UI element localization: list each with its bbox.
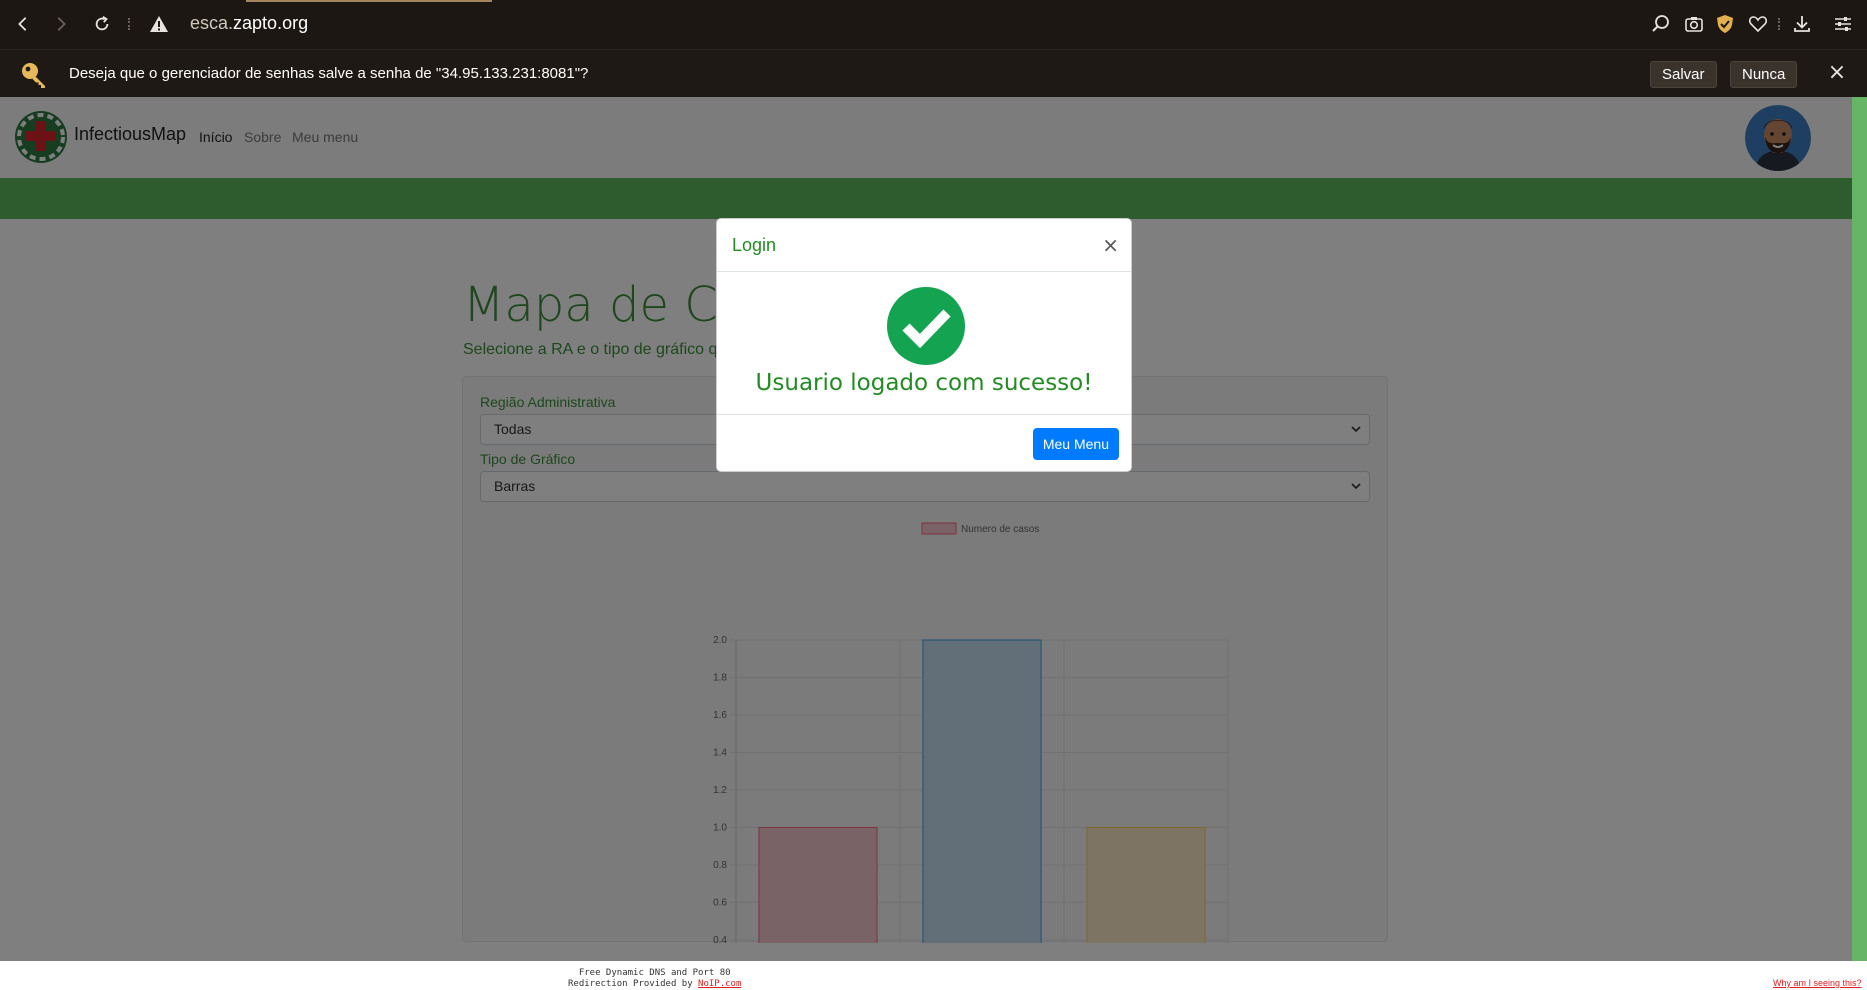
url-subdomain: esca. xyxy=(190,13,234,33)
adblock-button[interactable] xyxy=(1714,13,1736,35)
save-password-button[interactable]: Salvar xyxy=(1650,61,1717,88)
settings-sliders-icon xyxy=(1835,17,1851,31)
browser-toolbar: esca.zapto.org xyxy=(0,0,1867,49)
modal-header: Login × xyxy=(717,219,1131,272)
camera-icon xyxy=(1685,17,1703,32)
download-icon xyxy=(1794,16,1810,32)
noip-link[interactable]: NoIP.com xyxy=(698,979,741,989)
address-bar[interactable]: esca.zapto.org xyxy=(190,13,308,34)
password-manager-bar: Deseja que o gerenciador de senhas salve… xyxy=(0,49,1867,97)
downloads-button[interactable] xyxy=(1791,13,1813,35)
why-am-i-seeing-this-link[interactable]: Why am I seeing this? xyxy=(1773,978,1862,988)
reload-icon xyxy=(95,16,109,31)
toolbar-separator xyxy=(1778,18,1780,30)
close-icon: × xyxy=(1827,60,1847,85)
login-success-message: Usuario logado com sucesso! xyxy=(755,370,1093,396)
toolbar-separator xyxy=(128,18,130,30)
key-icon xyxy=(22,63,45,88)
close-icon: × xyxy=(1102,233,1119,257)
forward-icon xyxy=(57,17,66,31)
noip-line-2-text: Redirection Provided by xyxy=(568,979,699,989)
never-save-button[interactable]: Nunca xyxy=(1730,61,1798,88)
favorites-button[interactable] xyxy=(1747,13,1769,35)
meu-menu-button[interactable]: Meu Menu xyxy=(1032,428,1119,460)
back-button[interactable] xyxy=(8,9,38,39)
page-load-progress xyxy=(246,0,492,2)
forward-button[interactable] xyxy=(46,9,76,39)
noip-footer: Free Dynamic DNS and Port 80 Redirection… xyxy=(0,961,1867,990)
shield-icon xyxy=(1717,15,1733,33)
find-button[interactable] xyxy=(1650,13,1672,35)
modal-title: Login xyxy=(732,235,777,255)
snapshot-button[interactable] xyxy=(1683,13,1705,35)
back-icon xyxy=(18,17,27,31)
modal-close-button[interactable]: × xyxy=(1102,233,1119,257)
easy-setup-button[interactable] xyxy=(1832,13,1854,35)
check-circle-icon xyxy=(887,287,965,365)
page-scrollbar[interactable] xyxy=(1852,97,1867,961)
heart-icon xyxy=(1748,16,1768,33)
noip-line-2: Redirection Provided by NoIP.com xyxy=(568,979,741,990)
close-password-bar-button[interactable]: × xyxy=(1826,62,1848,84)
noip-credit: Free Dynamic DNS and Port 80 Redirection… xyxy=(568,968,741,990)
password-prompt-text: Deseja que o gerenciador de senhas salve… xyxy=(69,65,589,82)
url-domain: zapto.org xyxy=(233,13,309,33)
login-modal: Login × Usuario logado com sucesso! Meu … xyxy=(716,218,1132,472)
search-icon xyxy=(1652,15,1669,32)
reload-button[interactable] xyxy=(87,9,117,39)
modal-footer: Meu Menu xyxy=(717,414,1131,471)
noip-line-1: Free Dynamic DNS and Port 80 xyxy=(578,968,731,978)
modal-backdrop[interactable]: Login × Usuario logado com sucesso! Meu … xyxy=(0,97,1852,961)
warning-icon[interactable] xyxy=(149,15,169,33)
